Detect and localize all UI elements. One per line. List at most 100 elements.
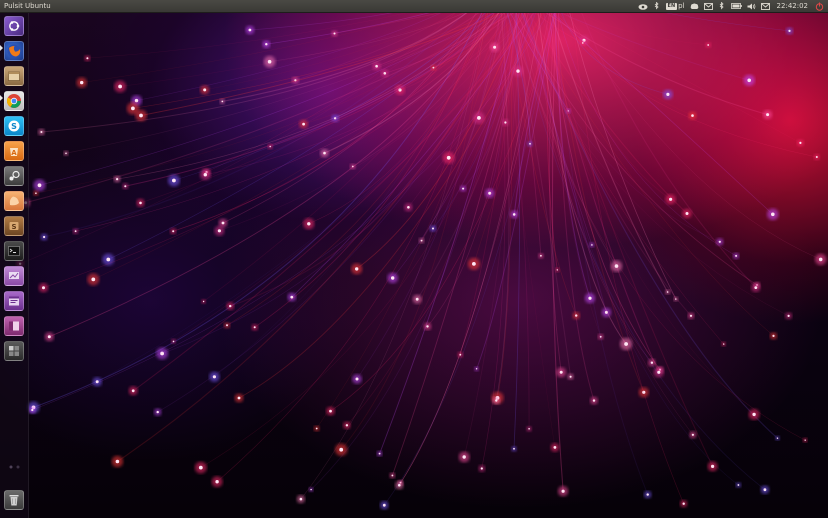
fiber-tip (65, 152, 67, 155)
fiber-tip (217, 229, 221, 233)
fiber-strand (516, 0, 778, 439)
fiber-tip (818, 257, 823, 262)
keyboard-layout-indicator[interactable]: EN pl (665, 1, 685, 11)
fiber-tip (462, 187, 465, 190)
fiber-tip (43, 235, 46, 239)
keyboard-layout-label: pl (678, 2, 685, 10)
indicator-area: EN pl 22:42:02 (638, 0, 824, 12)
fiber-tip (339, 447, 344, 452)
bluetooth-icon[interactable] (653, 1, 661, 11)
fiber-tip (172, 230, 175, 233)
magenta-app-launcher[interactable] (4, 316, 24, 336)
fiber-tip (804, 439, 806, 441)
fiber-tip (229, 304, 232, 308)
terminal-icon (8, 246, 20, 256)
dropbox-icon[interactable] (690, 1, 699, 11)
window-title: Pulsit Ubuntu (4, 2, 51, 10)
fiber-tip (772, 334, 775, 337)
purple-app-icon (9, 272, 19, 279)
files-launcher[interactable] (4, 66, 24, 86)
fiber-tip (391, 474, 394, 477)
workspace-switcher[interactable] (4, 341, 24, 361)
fiber-tip (315, 427, 318, 430)
fiber-tip (237, 396, 241, 400)
fiber-strand (570, 0, 685, 504)
clock[interactable]: 22:42:02 (775, 0, 810, 12)
fiber-tip (799, 141, 802, 144)
fiber-strand (383, 0, 557, 506)
fiber-tip (446, 155, 451, 160)
chrome-launcher[interactable] (4, 91, 24, 111)
fiber-tip (513, 447, 515, 450)
brown-app-launcher[interactable]: S (4, 216, 24, 236)
fiber-tip (669, 197, 673, 201)
fiber-tip (391, 276, 395, 280)
fiber-tip (771, 212, 775, 217)
fiber-tip (139, 113, 143, 118)
fiber-tip (156, 410, 159, 414)
fiber-tip (691, 114, 694, 117)
power-icon[interactable] (815, 1, 824, 11)
fiber-tip (776, 437, 779, 439)
fiber-tip (495, 399, 498, 402)
steam-icon (9, 170, 20, 181)
svg-text:S: S (11, 223, 16, 231)
firefox-icon (7, 44, 21, 58)
fiber-tip (333, 32, 336, 35)
fiber-tip (115, 459, 120, 464)
fiber-tip (131, 389, 135, 393)
launcher-scroll-dots (9, 465, 20, 469)
battery-icon[interactable] (730, 1, 742, 11)
fiber-tip (355, 377, 359, 381)
fiber-tip (624, 342, 628, 346)
violet-app-launcher[interactable] (4, 291, 24, 311)
mail-icon[interactable] (703, 1, 713, 11)
fiber-tip (646, 493, 649, 496)
fiber-tip (302, 122, 305, 126)
trash-launcher[interactable] (4, 490, 24, 510)
fiber-tip (723, 343, 725, 345)
firefox-launcher[interactable] (4, 41, 24, 61)
files-icon (8, 71, 20, 81)
chrome-icon (6, 94, 21, 108)
fiber-tip (355, 267, 359, 271)
dash-home-button[interactable] (4, 16, 24, 36)
desktop[interactable]: Pulsit Ubuntu EN pl 22:42:02 S A S (0, 0, 828, 518)
software-center-launcher[interactable]: A (4, 141, 24, 161)
launcher: S A S (0, 13, 29, 518)
fiber-tip (426, 325, 429, 328)
fiber-tip (31, 408, 34, 412)
fiber-tip (378, 452, 381, 455)
fiber-tip (74, 230, 77, 233)
trash-icon (9, 495, 19, 506)
fiber-tip (504, 121, 507, 124)
fiber-tip (329, 409, 332, 413)
fiber-tip (91, 277, 96, 282)
orange-app-launcher[interactable] (4, 191, 24, 211)
fiber-tip (139, 201, 142, 205)
skype-launcher[interactable]: S (4, 116, 24, 136)
bluetooth-icon[interactable] (718, 1, 726, 11)
volume-icon[interactable] (747, 1, 756, 11)
steam-launcher[interactable] (4, 166, 24, 186)
fiber-tip (480, 467, 483, 470)
fiber-tip (540, 254, 542, 257)
fiber-tip (202, 300, 205, 303)
skype-icon: S (8, 120, 20, 132)
terminal-launcher[interactable] (4, 241, 24, 261)
fiber-tip (718, 240, 721, 243)
cloud-icon[interactable] (638, 1, 648, 11)
magenta-app-icon (9, 321, 19, 331)
fiber-tip (134, 98, 139, 103)
fiber-tip (375, 64, 378, 68)
fiber-tip (35, 192, 37, 194)
fiber-strand (536, 0, 714, 467)
mail-icon[interactable] (760, 1, 770, 11)
orange-app-icon (9, 196, 19, 206)
purple-app-launcher[interactable] (4, 266, 24, 286)
top-panel: Pulsit Ubuntu EN pl 22:42:02 (0, 0, 828, 13)
fiber-tip (265, 43, 268, 46)
fiber-tip (172, 340, 175, 343)
fiber-tip (682, 502, 685, 505)
fiber-tip (666, 291, 669, 293)
